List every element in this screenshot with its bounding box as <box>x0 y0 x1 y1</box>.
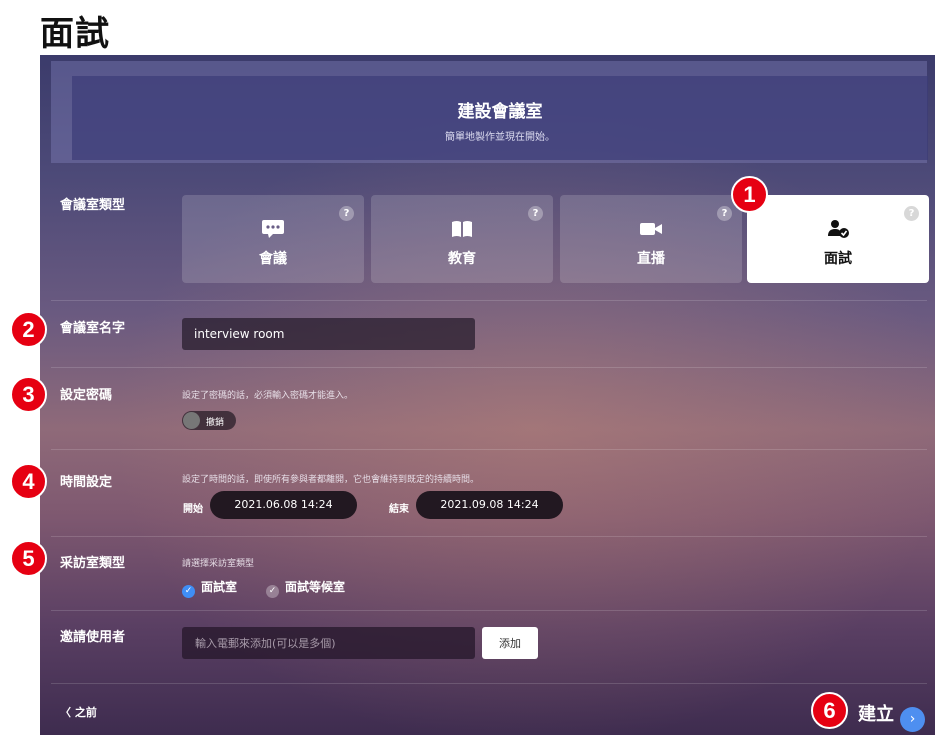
callout-badge: 5 <box>10 540 47 577</box>
room-type-label-meeting: 會議 <box>259 251 287 267</box>
time-label: 時間設定 <box>60 475 113 490</box>
banner-subtitle: 簡單地製作並現在開始。 <box>445 132 555 143</box>
banner-title: 建設會議室 <box>457 102 543 122</box>
interview-type-hint: 請選擇采訪室類型 <box>182 559 255 569</box>
callout-badge: 6 <box>811 692 848 729</box>
checkmark-icon: ✓ <box>182 585 195 598</box>
room-type-label-interview: 面試 <box>824 251 852 267</box>
add-button[interactable]: 添加 <box>482 627 538 659</box>
toggle-knob <box>183 412 200 429</box>
room-type-interview[interactable]: ? 面試 <box>747 195 929 283</box>
invite-label: 邀請使用者 <box>60 630 126 645</box>
callout-badge: 3 <box>10 376 47 413</box>
help-icon[interactable]: ? <box>717 206 732 221</box>
previous-button[interactable]: 〈 之前 <box>60 704 97 720</box>
help-icon[interactable]: ? <box>339 206 354 221</box>
room-type-label-live: 直播 <box>637 251 665 267</box>
room-type-label: 會議室類型 <box>60 198 126 213</box>
help-icon[interactable]: ? <box>904 206 919 221</box>
start-time-field[interactable]: 2021.06.08 14:24 <box>210 491 357 519</box>
open-book-icon <box>452 221 472 237</box>
create-room-panel: 建設會議室 簡單地製作並現在開始。 會議室類型 ? 會議 ? 教育 ? 直播 ? <box>40 55 935 735</box>
room-type-education[interactable]: ? 教育 <box>371 195 553 283</box>
time-hint: 設定了時間的話，即使所有參與者都離開，它也會維持到既定的持續時間。 <box>182 475 480 485</box>
callout-badge: 1 <box>731 176 768 213</box>
chevron-left-icon: 〈 <box>60 706 71 719</box>
divider <box>51 449 927 450</box>
help-icon[interactable]: ? <box>528 206 543 221</box>
chat-bubble-icon <box>262 220 284 238</box>
room-type-label-education: 教育 <box>448 251 476 267</box>
radio-label: 面試室 <box>201 580 238 594</box>
checkmark-icon: ✓ <box>266 585 279 598</box>
page-title: 面試 <box>40 14 110 54</box>
chevron-right-icon: › <box>900 707 925 732</box>
toggle-label: 撤銷 <box>206 418 225 428</box>
end-label: 結束 <box>389 504 409 515</box>
video-camera-icon <box>640 223 662 235</box>
radio-label: 面試等候室 <box>285 580 346 594</box>
radio-waiting-room[interactable]: ✓ 面試等候室 <box>266 578 345 598</box>
end-time-field[interactable]: 2021.09.08 14:24 <box>416 491 563 519</box>
interview-type-label: 采訪室類型 <box>60 556 126 571</box>
divider <box>51 610 927 611</box>
password-hint: 設定了密碼的話，必須輸入密碼才能進入。 <box>182 391 354 401</box>
banner-inner: 建設會議室 簡單地製作並現在開始。 <box>72 76 928 160</box>
previous-label: 之前 <box>74 706 97 719</box>
radio-interview-room[interactable]: ✓ 面試室 <box>182 578 237 598</box>
divider <box>51 300 927 301</box>
room-type-meeting[interactable]: ? 會議 <box>182 195 364 283</box>
divider <box>51 683 927 684</box>
start-label: 開始 <box>183 504 203 515</box>
room-type-live[interactable]: ? 直播 <box>560 195 742 283</box>
divider <box>51 536 927 537</box>
user-check-icon <box>828 220 849 238</box>
password-label: 設定密碼 <box>60 388 113 403</box>
invite-email-input[interactable] <box>182 627 475 659</box>
callout-badge: 2 <box>10 311 47 348</box>
create-button[interactable]: 建立 › <box>858 700 925 732</box>
room-name-input[interactable] <box>182 318 475 350</box>
banner: 建設會議室 簡單地製作並現在開始。 <box>51 61 928 163</box>
callout-badge: 4 <box>10 463 47 500</box>
divider <box>51 367 927 368</box>
room-name-label: 會議室名字 <box>60 321 126 336</box>
create-label: 建立 <box>858 704 894 725</box>
password-toggle[interactable]: 撤銷 <box>182 411 236 430</box>
